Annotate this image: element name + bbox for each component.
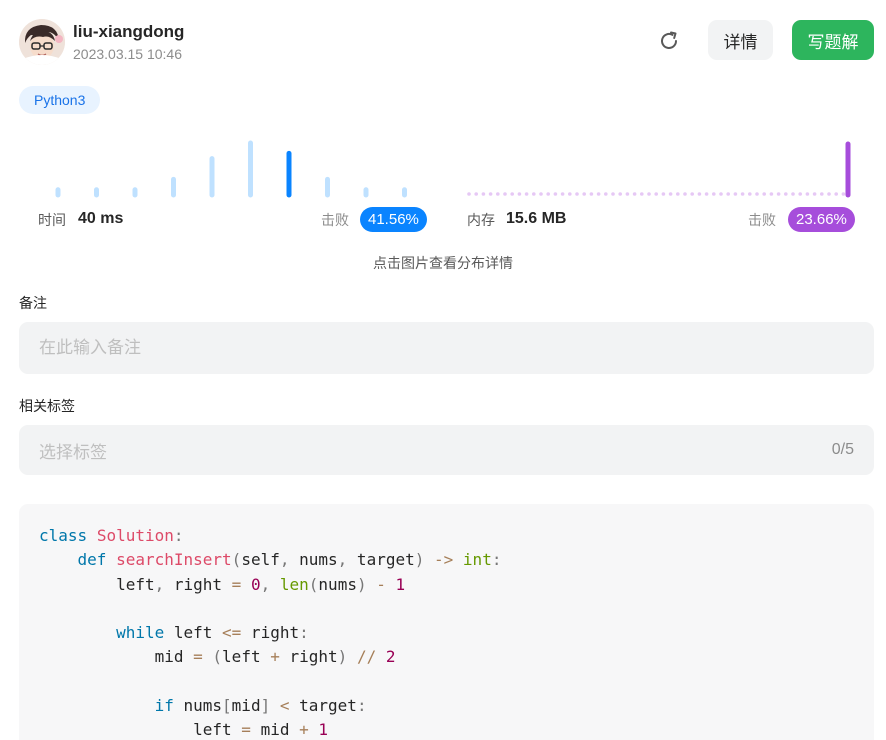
memory-dot (611, 192, 615, 196)
memory-dot (812, 192, 817, 196)
memory-dot (683, 192, 687, 196)
chart-hint: 点击图片查看分布详情 (373, 255, 513, 271)
refresh-icon (661, 31, 677, 49)
memory-dot (834, 192, 838, 196)
memory-dot (625, 192, 630, 196)
memory-dot (704, 192, 709, 196)
write-solution-button[interactable]: 写题解 (792, 20, 874, 60)
language-tag: Python3 (19, 86, 101, 114)
memory-dot (560, 192, 565, 196)
memory-dot (474, 192, 478, 196)
memory-dot (784, 192, 788, 196)
memory-dot (719, 192, 723, 196)
memory-dot (524, 192, 529, 196)
code-line: mid = (left + right) // 2 (39, 647, 396, 667)
refresh-button[interactable] (655, 27, 683, 55)
memory-beat-label: 击败 (748, 212, 776, 228)
code-line: while left <= right: (116, 623, 309, 643)
memory-dot (553, 192, 558, 196)
memory-dot (762, 192, 766, 196)
memory-beat-badge: 23.66% (788, 207, 855, 232)
memory-dot (827, 192, 831, 196)
memory-dot (690, 192, 694, 196)
memory-dot (697, 192, 702, 196)
code-block[interactable]: class Solution: def searchInsert(self, n… (19, 504, 874, 740)
memory-dot (532, 192, 536, 196)
code-line: left = mid + 1 (39, 720, 329, 740)
memory-dot (546, 192, 550, 196)
code-line: def searchInsert(self, nums, target) -> … (77, 550, 502, 570)
memory-dot (481, 192, 486, 196)
memory-dot (798, 192, 802, 196)
submission-timestamp: 2023.03.15 10:46 (73, 46, 182, 62)
memory-dot (769, 192, 774, 196)
detail-button[interactable]: 详情 (708, 20, 773, 60)
memory-dot (776, 192, 781, 196)
memory-dot (640, 192, 644, 196)
memory-dot (755, 192, 759, 196)
note-label: 备注 (19, 295, 47, 311)
avatar[interactable] (19, 19, 65, 65)
memory-dot (805, 192, 810, 196)
runtime-label: 时间 (38, 212, 66, 228)
memory-dot (517, 192, 522, 196)
runtime-value: 40 ms (78, 210, 124, 227)
code-line: if nums[mid] < target: (154, 696, 367, 716)
runtime-distribution-chart[interactable] (19, 132, 429, 198)
memory-dot (661, 192, 666, 196)
memory-dot (820, 192, 824, 196)
code-line: class Solution: (39, 526, 184, 545)
memory-dot (568, 192, 572, 196)
tag-count: 0/5 (831, 441, 854, 458)
note-input[interactable] (19, 322, 874, 374)
memory-dot (748, 192, 752, 196)
runtime-beat-label: 击败 (321, 212, 349, 228)
memory-dot (712, 192, 716, 196)
memory-dot (539, 192, 543, 196)
avatar-image-icon (19, 19, 65, 65)
memory-dot (733, 192, 738, 196)
memory-dot (791, 192, 795, 196)
memory-dot (841, 192, 846, 196)
code-line: left, right = 0, len(nums) - 1 (39, 574, 406, 594)
memory-dot (503, 192, 507, 196)
memory-dot (467, 192, 471, 196)
memory-dot (510, 192, 514, 196)
memory-dot (488, 192, 493, 196)
submission-header: liu-xiangdong 2023.03.15 10:46 详情 写题解 (19, 19, 874, 65)
memory-label: 内存 (467, 212, 495, 228)
memory-dot (676, 192, 680, 196)
memory-dot (582, 192, 586, 196)
tag-selector-placeholder: 选择标签 (39, 442, 107, 462)
memory-dot (740, 192, 745, 196)
memory-dot (668, 192, 673, 196)
memory-dot (596, 192, 601, 196)
memory-dot (632, 192, 637, 196)
memory-value: 15.6 MB (506, 210, 567, 227)
memory-distribution-chart[interactable] (460, 132, 856, 198)
memory-dot (589, 192, 594, 196)
memory-dot (647, 192, 651, 196)
memory-dot (654, 192, 658, 196)
runtime-beat-badge: 41.56% (360, 207, 427, 232)
memory-dot (604, 192, 608, 196)
user-name[interactable]: liu-xiangdong (73, 22, 184, 42)
tags-label: 相关标签 (19, 398, 75, 414)
memory-dot (726, 192, 730, 196)
memory-dot (575, 192, 579, 196)
memory-dot (618, 192, 622, 196)
memory-dot (496, 192, 500, 196)
tag-selector[interactable]: 选择标签 0/5 (19, 425, 874, 475)
